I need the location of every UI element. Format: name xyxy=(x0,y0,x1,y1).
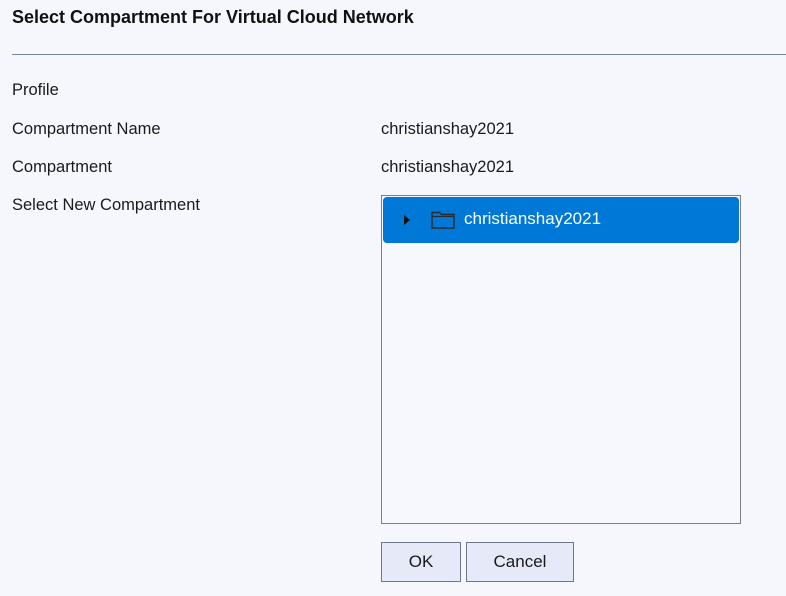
cancel-button[interactable]: Cancel xyxy=(466,542,574,582)
dialog-title: Select Compartment For Virtual Cloud Net… xyxy=(12,7,414,27)
compartment-value: christianshay2021 xyxy=(381,158,514,176)
compartment-label: Compartment xyxy=(12,158,112,176)
compartment-name-label: Compartment Name xyxy=(12,120,161,138)
ok-button[interactable]: OK xyxy=(381,542,461,582)
title-divider xyxy=(12,54,786,55)
profile-label: Profile xyxy=(12,81,59,99)
folder-icon xyxy=(431,211,455,229)
tree-item-label: christianshay2021 xyxy=(464,209,602,228)
compartment-name-value: christianshay2021 xyxy=(381,120,514,138)
tree-item-christianshay2021[interactable]: christianshay2021 xyxy=(383,197,739,243)
compartment-tree[interactable]: christianshay2021 xyxy=(381,195,741,524)
select-new-compartment-label: Select New Compartment xyxy=(12,196,200,214)
expand-arrow-icon[interactable] xyxy=(404,215,410,225)
